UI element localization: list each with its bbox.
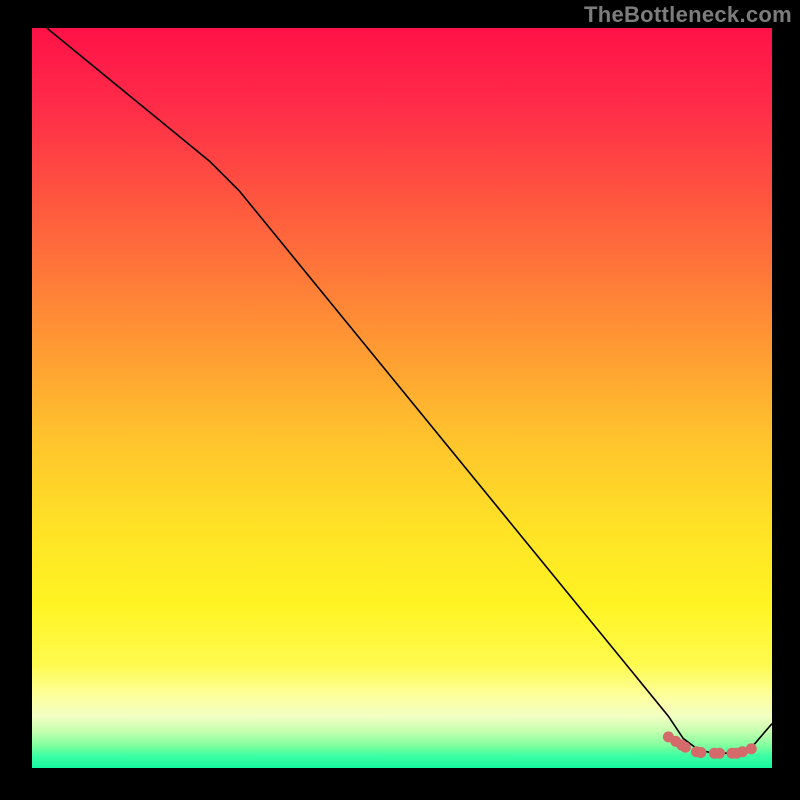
curve-markers xyxy=(663,731,757,758)
marker-dot xyxy=(695,747,706,758)
watermark-text: TheBottleneck.com xyxy=(584,2,792,28)
curve-path xyxy=(47,28,772,753)
plot-area xyxy=(32,28,772,768)
chart-stage: TheBottleneck.com xyxy=(0,0,800,800)
marker-dot xyxy=(746,743,757,754)
marker-dot xyxy=(714,748,725,759)
chart-svg xyxy=(32,28,772,768)
curve-line xyxy=(47,28,772,753)
marker-dot xyxy=(680,742,691,753)
